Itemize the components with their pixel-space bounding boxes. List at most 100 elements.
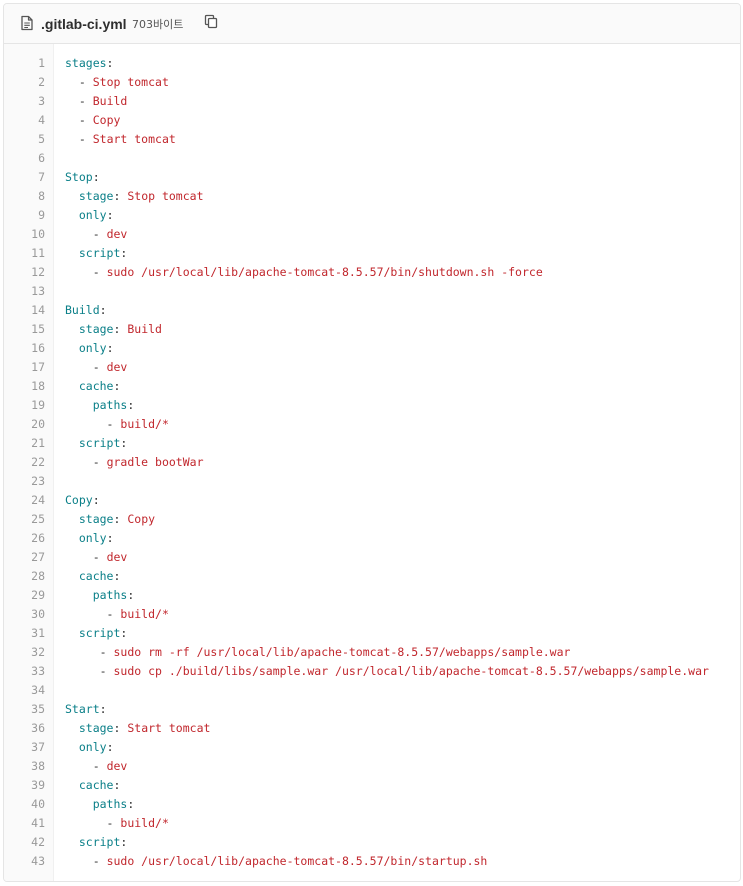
list-dash: - [99, 645, 114, 659]
line-number[interactable]: 42 [4, 833, 45, 852]
line-number[interactable]: 25 [4, 510, 45, 529]
line-number[interactable]: 15 [4, 320, 45, 339]
line-number[interactable]: 19 [4, 396, 45, 415]
code-line: 25 stage: Copy [4, 510, 740, 529]
code-text: - dev [65, 548, 128, 567]
colon: : [127, 398, 135, 412]
line-number[interactable]: 8 [4, 187, 45, 206]
line-number[interactable]: 4 [4, 111, 45, 130]
code-line: 19 paths: [4, 396, 740, 415]
line-number[interactable]: 35 [4, 700, 45, 719]
code-text: - sudo /usr/local/lib/apache-tomcat-8.5.… [65, 263, 543, 282]
line-number[interactable]: 41 [4, 814, 45, 833]
line-number[interactable]: 20 [4, 415, 45, 434]
line-number[interactable]: 13 [4, 282, 45, 301]
line-number[interactable]: 27 [4, 548, 45, 567]
code-line: 28 cache: [4, 567, 740, 586]
line-number[interactable]: 10 [4, 225, 45, 244]
copy-file-path-button[interactable] [202, 13, 220, 31]
line-number[interactable]: 23 [4, 472, 45, 491]
yaml-value: gradle bootWar [106, 455, 204, 469]
code-line: 27 - dev [4, 548, 740, 567]
line-number[interactable]: 33 [4, 662, 45, 681]
colon: : [120, 246, 128, 260]
line-number[interactable]: 32 [4, 643, 45, 662]
code-area[interactable]: 1 stages: 2 - Stop tomcat 3 - Build 4 - Copy… [4, 44, 740, 881]
yaml-key: only [78, 208, 107, 222]
line-number[interactable]: 18 [4, 377, 45, 396]
code-line: 24 Copy: [4, 491, 740, 510]
line-number[interactable]: 9 [4, 206, 45, 225]
line-number[interactable]: 17 [4, 358, 45, 377]
line-number[interactable]: 16 [4, 339, 45, 358]
line-number[interactable]: 26 [4, 529, 45, 548]
line-number[interactable]: 43 [4, 852, 45, 871]
line-number[interactable]: 11 [4, 244, 45, 263]
yaml-value: Stop tomcat [127, 189, 204, 203]
code-text: - build/* [65, 814, 169, 833]
code-line: 37 only: [4, 738, 740, 757]
code-line: 34 [4, 681, 740, 700]
line-number[interactable]: 14 [4, 301, 45, 320]
line-number[interactable]: 12 [4, 263, 45, 282]
code-line: 18 cache: [4, 377, 740, 396]
yaml-value: sudo /usr/local/lib/apache-tomcat-8.5.57… [106, 854, 488, 868]
code-line: 6 [4, 149, 740, 168]
colon: : [113, 512, 128, 526]
line-number[interactable]: 34 [4, 681, 45, 700]
line-number[interactable]: 28 [4, 567, 45, 586]
line-number[interactable]: 38 [4, 757, 45, 776]
line-number[interactable]: 1 [4, 54, 45, 73]
yaml-value: Build [127, 322, 162, 336]
line-number[interactable]: 37 [4, 738, 45, 757]
line-number[interactable]: 29 [4, 586, 45, 605]
code-lines: 1 stages: 2 - Stop tomcat 3 - Build 4 - Copy… [4, 54, 740, 871]
line-number[interactable]: 31 [4, 624, 45, 643]
line-number[interactable]: 3 [4, 92, 45, 111]
line-number[interactable]: 24 [4, 491, 45, 510]
code-text: Copy: [65, 491, 100, 510]
line-number[interactable]: 22 [4, 453, 45, 472]
code-text: Build: [65, 301, 107, 320]
line-number[interactable]: 40 [4, 795, 45, 814]
yaml-key: stage [78, 322, 114, 336]
line-number[interactable]: 21 [4, 434, 45, 453]
code-line: 38 - dev [4, 757, 740, 776]
line-number[interactable]: 6 [4, 149, 45, 168]
line-number[interactable]: 2 [4, 73, 45, 92]
colon: : [127, 588, 135, 602]
code-line: 39 cache: [4, 776, 740, 795]
colon: : [92, 493, 100, 507]
line-number[interactable]: 30 [4, 605, 45, 624]
code-line: 1 stages: [4, 54, 740, 73]
yaml-key: only [78, 740, 107, 754]
yaml-value: sudo rm -rf /usr/local/lib/apache-tomcat… [113, 645, 571, 659]
colon: : [127, 797, 135, 811]
code-text: stage: Build [65, 320, 162, 339]
line-number[interactable]: 36 [4, 719, 45, 738]
code-line: 23 [4, 472, 740, 491]
code-line: 13 [4, 282, 740, 301]
colon: : [99, 702, 107, 716]
line-number[interactable]: 7 [4, 168, 45, 187]
line-number[interactable]: 39 [4, 776, 45, 795]
list-dash: - [92, 854, 107, 868]
yaml-key: paths [92, 398, 128, 412]
list-dash: - [92, 455, 107, 469]
code-line: 41 - build/* [4, 814, 740, 833]
yaml-key: only [78, 341, 107, 355]
line-number[interactable]: 5 [4, 130, 45, 149]
